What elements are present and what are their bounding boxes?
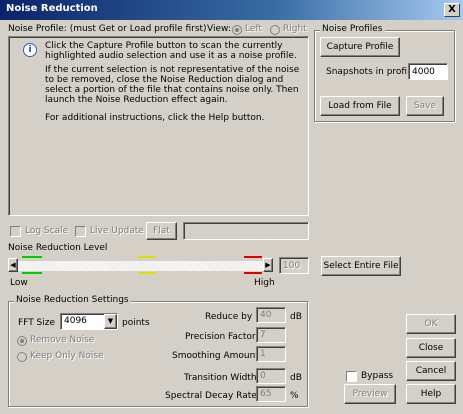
keep-only-noise-label: Keep Only Noise [30,351,104,361]
spectral-decay-unit: % [290,391,299,401]
settings-legend: Noise Reduction Settings [14,295,131,306]
smoothing-input[interactable] [256,346,286,362]
close-window-button[interactable]: X [444,3,460,17]
snapshots-input[interactable] [408,63,448,80]
help-label: Help [420,388,442,399]
log-scale-label: Log Scale [25,226,69,236]
transition-label: Transition Width [184,373,257,383]
noise-profiles-legend: Noise Profiles [320,24,385,35]
close-label: Close [418,342,444,353]
level-high-label: High [254,278,275,288]
noise-profile-graph[interactable]: i Click the Capture Profile button to sc… [8,36,309,216]
select-entire-file-button[interactable]: Select Entire File [321,256,401,276]
load-from-file-label: Load from File [328,100,392,111]
close-button[interactable]: Close [406,338,456,358]
slider-left-arrow-icon[interactable]: ◀ [8,258,18,272]
spectral-decay-label: Spectral Decay Rate [165,391,257,401]
view-right-label: Right [283,24,307,34]
preview-button[interactable]: Preview [344,384,396,404]
remove-noise-label: Remove Noise [30,335,95,345]
preview-label: Preview [352,388,388,399]
status-field [183,222,309,240]
level-value-input[interactable] [279,257,309,274]
level-marker-yellow [138,256,156,258]
transition-input[interactable] [256,368,286,384]
select-entire-file-label: Select Entire File [323,260,399,271]
level-marker-red-bottom [244,272,262,274]
save-button[interactable]: Save [406,96,444,116]
remove-noise-radio[interactable] [17,336,27,346]
noise-profile-label: Noise Profile: (must Get or Load profile… [8,24,207,34]
level-marker-yellow-bottom [138,272,156,274]
spectral-decay-input[interactable] [256,386,286,402]
level-low-label: Low [10,278,28,288]
bypass-label: Bypass [361,371,394,381]
capture-profile-label: Capture Profile [326,41,394,52]
flat-button[interactable]: Flat [146,222,177,240]
points-label: points [122,318,150,328]
cancel-button[interactable]: Cancel [406,361,456,381]
fft-size-select[interactable]: 4096 ▼ [60,313,118,330]
save-label: Save [413,100,437,111]
info-paragraph-help: For additional instructions, click the H… [45,113,265,123]
load-from-file-button[interactable]: Load from File [320,96,400,116]
noise-reduction-level-label: Noise Reduction Level [8,243,108,253]
chevron-down-icon[interactable]: ▼ [104,314,117,329]
transition-unit: dB [290,373,302,383]
live-update-checkbox[interactable] [75,226,86,237]
bypass-checkbox[interactable] [346,371,357,382]
title-bar: Noise Reduction [0,0,463,20]
snapshots-label: Snapshots in profile [326,67,416,77]
view-left-label: Left [245,24,262,34]
reduce-by-input[interactable] [256,307,286,323]
level-marker-red [244,256,262,258]
slider-right-arrow-icon[interactable]: ▶ [263,258,273,272]
ok-button[interactable]: OK [406,314,456,334]
view-right-radio[interactable] [270,25,280,35]
keep-only-noise-radio[interactable] [17,352,27,362]
smoothing-label: Smoothing Amount [172,351,259,361]
capture-profile-button[interactable]: Capture Profile [320,37,400,57]
reduce-by-label: Reduce by [205,312,253,322]
info-paragraph-selection: If the current selection is not represen… [45,65,300,105]
fft-size-value: 4096 [64,316,87,326]
info-icon: i [23,43,37,57]
view-label: View: [207,24,231,34]
level-marker-green-bottom [22,272,42,274]
live-update-label: Live Update [90,226,144,236]
close-icon: X [448,4,456,15]
slider-track[interactable] [18,261,263,271]
level-marker-green [22,256,42,258]
level-slider[interactable]: ◀ ▶ [8,254,273,276]
window-title: Noise Reduction [6,3,98,14]
info-paragraph-capture: Click the Capture Profile button to scan… [45,41,297,61]
flat-label: Flat [153,225,170,236]
view-left-radio[interactable] [232,25,242,35]
precision-input[interactable] [256,327,286,343]
fft-size-label: FFT Size [18,318,56,328]
reduce-by-unit: dB [290,312,302,322]
help-button[interactable]: Help [406,384,456,404]
precision-label: Precision Factor [185,332,256,342]
cancel-label: Cancel [415,365,447,376]
ok-label: OK [424,318,438,329]
log-scale-checkbox[interactable] [10,226,21,237]
